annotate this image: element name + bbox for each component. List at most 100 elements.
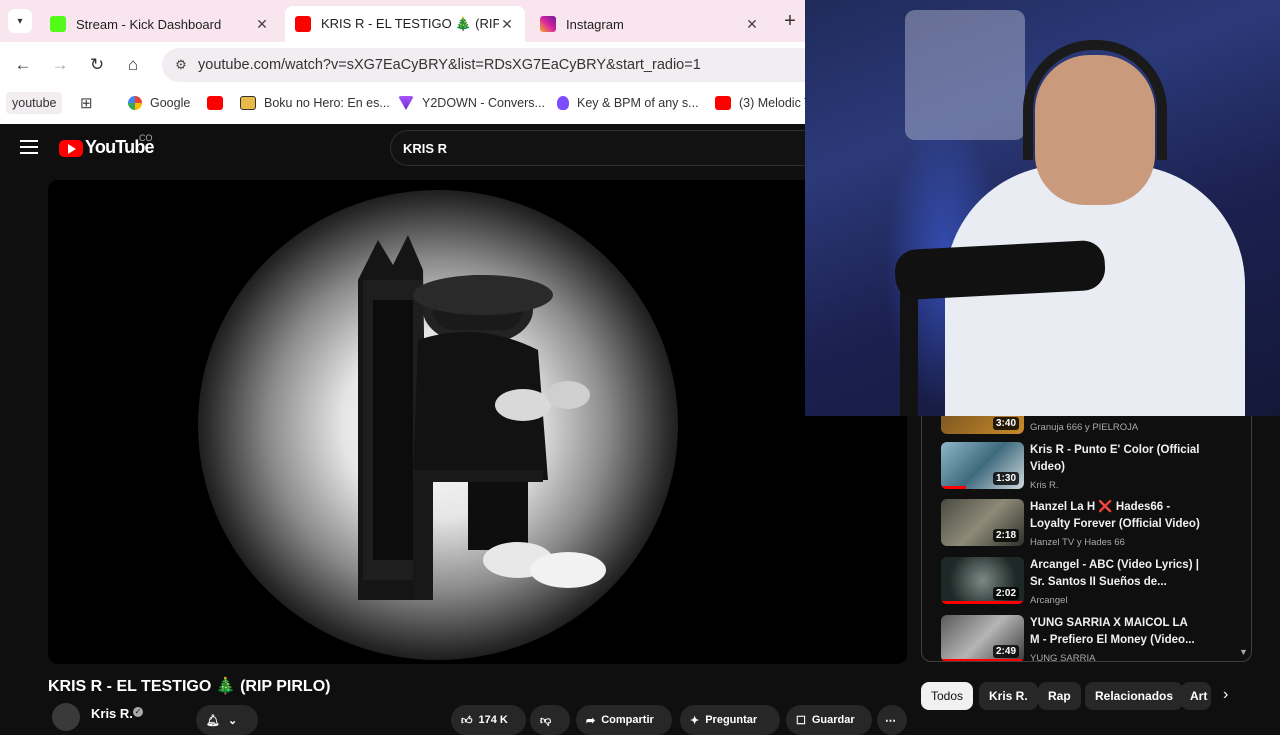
- new-tab-plus-icon[interactable]: +: [778, 8, 802, 34]
- site-settings-icon[interactable]: ⚙: [166, 57, 196, 73]
- search-query-text: KRIS R: [403, 141, 448, 156]
- chip-art[interactable]: Art: [1181, 682, 1211, 710]
- mix-playlist-panel: 3:40 Granuja 666 y PIELROJA 1:30 Kris R …: [921, 400, 1252, 662]
- url-text: youtube.com/watch?v=sXG7EaCyBRY&list=RDs…: [198, 57, 701, 73]
- bookmark-label: (3) Melodic T: [739, 96, 812, 110]
- dislike-button[interactable]: 👎︎: [530, 705, 570, 735]
- tab-instagram[interactable]: Instagram ✕: [530, 6, 770, 42]
- playlist-item-channel: Kris R.: [1030, 480, 1059, 491]
- playlist-item[interactable]: 1:30 Kris R - Punto E' Color (Official V…: [941, 442, 1241, 498]
- tab-youtube-video[interactable]: KRIS R - EL TESTIGO 🎄 (RIP PIR ✕: [285, 6, 525, 42]
- ask-button[interactable]: ✦ Preguntar: [680, 705, 780, 735]
- bookmark-youtube-icon-only[interactable]: [207, 94, 231, 112]
- bookmark-boku-no-hero[interactable]: Boku no Hero: En es...: [240, 94, 390, 112]
- like-count: 174 K: [478, 714, 508, 726]
- playlist-item-title: YUNG SARRIA X MAICOL LA M - Prefiero El …: [1030, 617, 1195, 646]
- playlist-item[interactable]: 2:02 Arcangel - ABC (Video Lyrics) | Sr.…: [941, 557, 1241, 613]
- channel-avatar[interactable]: [52, 703, 80, 731]
- chip-todos[interactable]: Todos: [921, 682, 974, 710]
- playlist-item-title: Arcangel - ABC (Video Lyrics) | Sr. Sant…: [1030, 559, 1199, 588]
- mic-arm: [900, 280, 918, 416]
- playlist-item-channel: Arcangel: [1030, 595, 1068, 606]
- bookmark-label: Google: [150, 96, 191, 110]
- scroll-down-arrow-icon[interactable]: ▼: [1239, 647, 1248, 657]
- bookmark-key-bpm[interactable]: Key & BPM of any s...: [557, 94, 699, 112]
- channel-name[interactable]: Kris R.: [91, 706, 133, 721]
- video-player[interactable]: [48, 180, 907, 664]
- back-arrow-icon[interactable]: ←: [12, 54, 34, 76]
- duration-badge: 3:40: [992, 417, 1019, 430]
- country-code: CO: [139, 133, 153, 143]
- bookmark-google[interactable]: Google: [128, 94, 190, 112]
- more-actions-button[interactable]: ⋯: [877, 705, 907, 735]
- playlist-item-channel: Granuja 666 y PIELROJA: [1030, 422, 1139, 433]
- tab-kick-dashboard[interactable]: Stream - Kick Dashboard ✕: [40, 6, 280, 42]
- playlist-thumbnail: 1:30: [941, 442, 1024, 489]
- apps-grid-icon[interactable]: ⊞: [80, 94, 93, 112]
- watch-progress-bar: [941, 486, 966, 489]
- share-label: Compartir: [601, 714, 654, 726]
- forward-arrow-icon[interactable]: →: [49, 54, 71, 76]
- menu-hamburger-icon[interactable]: [20, 140, 38, 154]
- playlist-item-channel: Hanzel TV y Hades 66: [1030, 537, 1125, 548]
- bookmark-y2down[interactable]: Y2DOWN - Convers...: [398, 94, 545, 112]
- chevron-right-icon[interactable]: ›: [1223, 686, 1228, 704]
- duration-badge: 2:02: [992, 587, 1019, 600]
- youtube-icon: [207, 96, 223, 110]
- bookmark-label: Boku no Hero: En es...: [264, 96, 390, 110]
- webcam-overlay: [805, 0, 1280, 416]
- youtube-favicon-icon: [295, 16, 311, 32]
- thumbs-down-icon: 👎︎: [540, 714, 552, 727]
- playlist-item[interactable]: 2:49 YUNG SARRIA X MAICOL LA M - Prefier…: [941, 615, 1241, 662]
- youtube-logo-icon[interactable]: [59, 140, 83, 157]
- playlist-thumbnail: 2:02: [941, 557, 1024, 604]
- chip-rap[interactable]: Rap: [1038, 682, 1081, 710]
- playlist-thumbnail: 2:18: [941, 499, 1024, 546]
- bookmark-label: Key & BPM of any s...: [577, 96, 699, 110]
- headphones: [1023, 40, 1167, 160]
- playlist-item-title: Kris R - Punto E' Color (Official Video): [1030, 444, 1200, 473]
- google-icon: [128, 96, 142, 110]
- notifications-bell-button[interactable]: 🔔︎ ⌄: [196, 705, 258, 735]
- bookmark-youtube[interactable]: youtube: [6, 92, 63, 114]
- watch-progress-bar: [941, 601, 1024, 604]
- throne-figure-image: [358, 235, 606, 600]
- more-dots-icon: ⋯: [885, 714, 896, 727]
- tab-close-icon[interactable]: ✕: [254, 16, 270, 33]
- playlist-item[interactable]: 2:18 Hanzel La H ❌ Hades66 - Loyalty For…: [941, 499, 1241, 555]
- playlist-item-channel: YUNG SARRIA: [1030, 653, 1096, 662]
- video-title: KRIS R - EL TESTIGO 🎄 (RIP PIRLO): [48, 678, 331, 695]
- tab-title: Instagram: [566, 16, 624, 32]
- y2down-icon: [398, 96, 414, 110]
- watch-progress-bar: [941, 659, 1024, 661]
- chevron-down-icon: ⌄: [227, 714, 238, 727]
- tab-close-icon[interactable]: ✕: [499, 16, 515, 33]
- ask-label: Preguntar: [705, 714, 758, 726]
- bookmark-label: youtube: [12, 96, 57, 110]
- share-arrow-icon: ➦: [586, 714, 596, 727]
- instagram-favicon-icon: [540, 16, 556, 32]
- search-input[interactable]: KRIS R: [390, 130, 805, 166]
- verified-check-icon: ✓: [133, 707, 143, 717]
- chip-kris-r[interactable]: Kris R.: [979, 682, 1038, 710]
- browser-toolbar: ← → ↻ ⌂ ⚙ youtube.com/watch?v=sXG7EaCyBR…: [0, 42, 822, 88]
- save-button[interactable]: ☐ Guardar: [786, 705, 872, 735]
- bookmark-melodic[interactable]: (3) Melodic T: [715, 94, 812, 112]
- chip-relacionados[interactable]: Relacionados: [1085, 682, 1184, 710]
- key-bpm-icon: [557, 96, 569, 110]
- duration-badge: 2:18: [992, 529, 1019, 542]
- tab-close-icon[interactable]: ✕: [744, 16, 760, 33]
- thumbs-up-icon: 👍︎: [461, 714, 473, 727]
- share-button[interactable]: ➦ Compartir: [576, 705, 672, 735]
- tab-search-chevron-icon[interactable]: ▾: [8, 9, 32, 33]
- like-button[interactable]: 👍︎ 174 K: [451, 705, 526, 735]
- reload-icon[interactable]: ↻: [86, 54, 108, 76]
- tab-title: Stream - Kick Dashboard: [76, 16, 222, 32]
- home-icon[interactable]: ⌂: [122, 54, 144, 76]
- related-filter-chips: Todos Kris R. Rap Relacionados Art ›: [921, 682, 1241, 710]
- playlist-thumbnail: 2:49: [941, 615, 1024, 661]
- channel-row: Kris R. ✓ 🔔︎ ⌄ 👍︎ 174 K 👎︎ ➦ Compartir ✦ …: [48, 703, 908, 735]
- address-bar[interactable]: ⚙ youtube.com/watch?v=sXG7EaCyBRY&list=R…: [162, 48, 822, 82]
- youtube-icon: [715, 96, 731, 110]
- youtube-header: YouTube CO KRIS R: [0, 124, 805, 174]
